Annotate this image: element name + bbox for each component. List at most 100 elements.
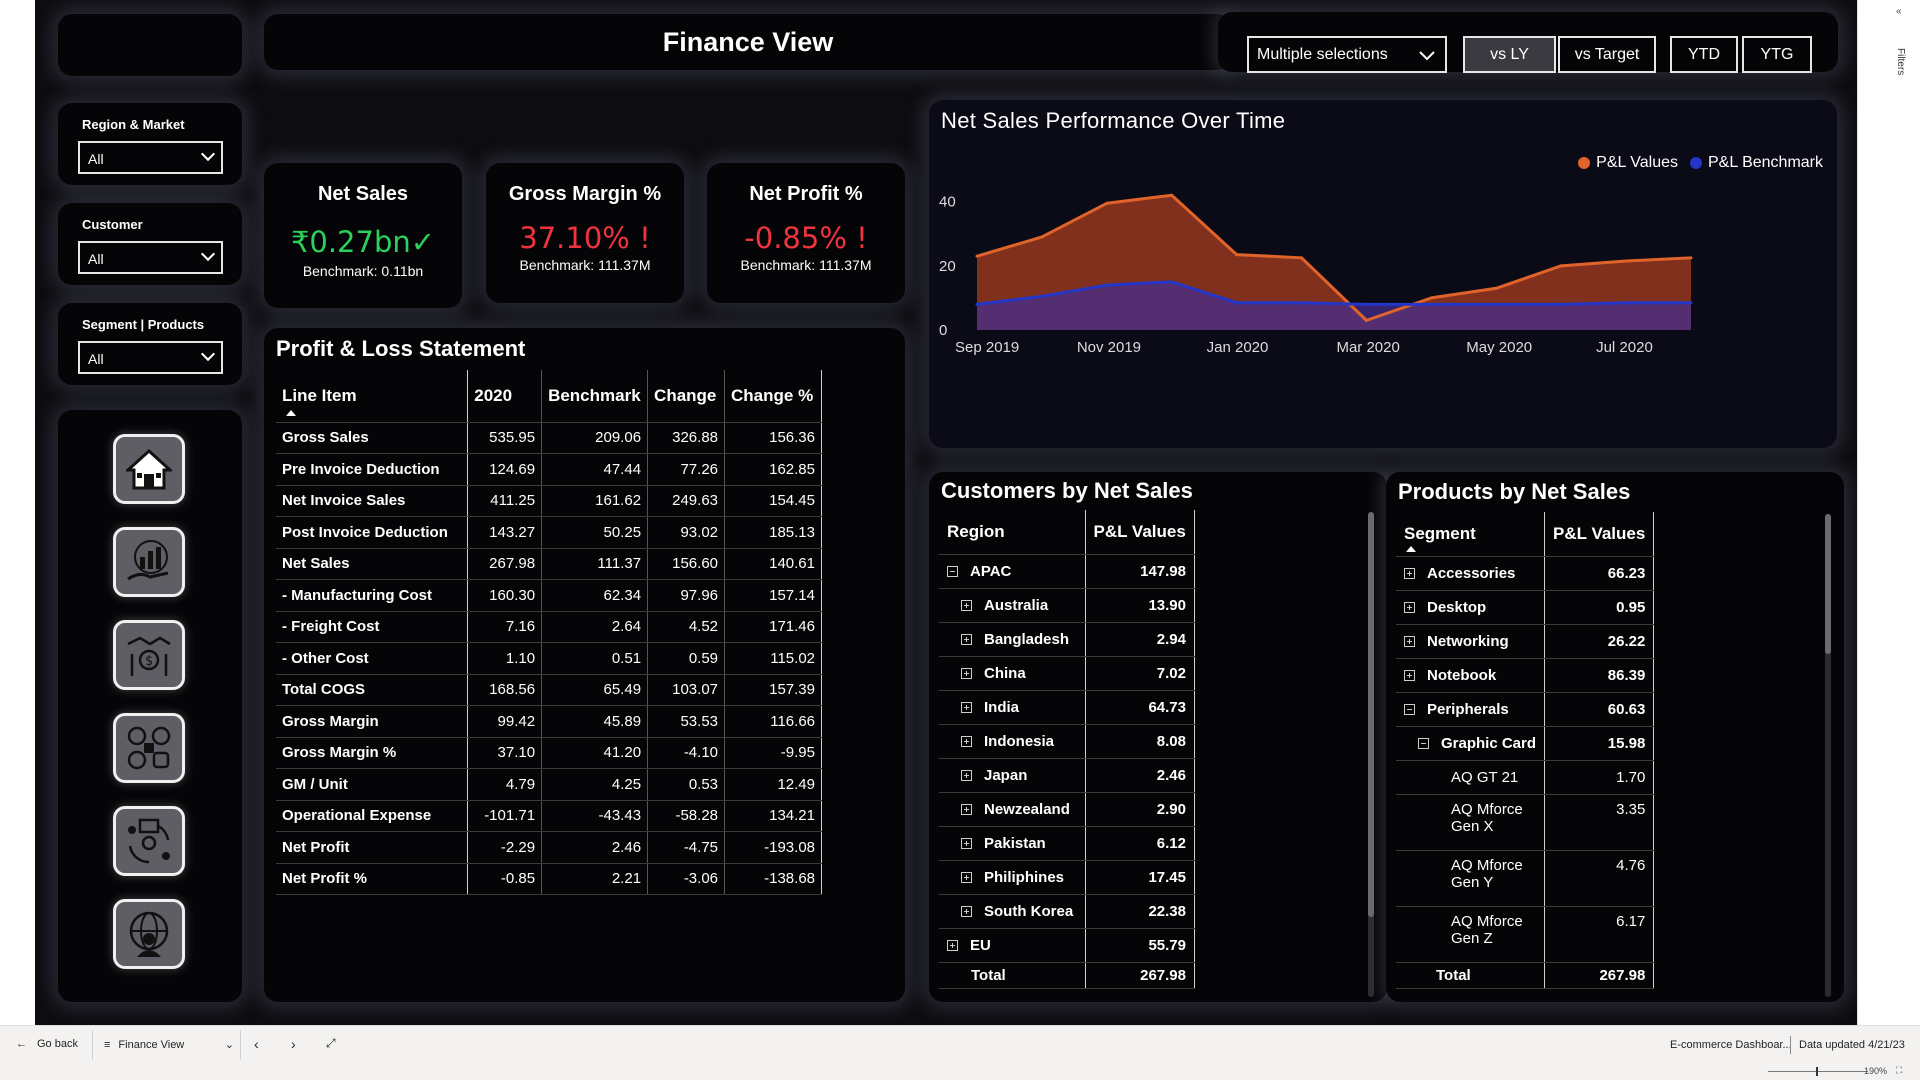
pl-col-2020[interactable]: 2020: [467, 370, 543, 423]
customer-filter-dropdown[interactable]: All: [78, 241, 223, 274]
vs-ly-button[interactable]: vs LY: [1463, 36, 1556, 73]
table-row[interactable]: Peripherals 60.63: [1396, 692, 1655, 727]
data-point[interactable]: [1105, 201, 1109, 205]
expand-plus-icon[interactable]: [961, 702, 972, 714]
customers-scrollbar[interactable]: [1368, 512, 1374, 997]
filters-pane[interactable]: « Filters: [1857, 0, 1920, 1025]
table-row[interactable]: - Other Cost 1.10 0.51 0.59 115.02: [276, 642, 822, 675]
customers-col-values[interactable]: P&L Values: [1084, 510, 1195, 555]
table-row[interactable]: GM / Unit 4.79 4.25 0.53 12.49: [276, 768, 822, 801]
table-row[interactable]: - Manufacturing Cost 160.30 62.34 97.96 157.…: [276, 579, 822, 612]
data-point[interactable]: [1235, 301, 1239, 305]
fit-page-icon[interactable]: ⛶: [1896, 1065, 1902, 1076]
table-row[interactable]: Gross Sales 535.95 209.06 326.88 156.36: [276, 422, 822, 454]
expand-plus-icon[interactable]: [961, 838, 972, 850]
expand-plus-icon[interactable]: [1404, 568, 1415, 580]
data-point[interactable]: [1494, 302, 1498, 306]
data-point[interactable]: [1105, 283, 1109, 287]
data-point[interactable]: [1040, 235, 1044, 239]
expand-icon[interactable]: ⤢: [326, 1036, 336, 1051]
previous-page-button[interactable]: ‹: [254, 1036, 259, 1052]
table-row[interactable]: China 7.02: [939, 656, 1195, 691]
table-row[interactable]: Pakistan 6.12: [939, 826, 1195, 861]
table-row[interactable]: Australia 13.90: [939, 588, 1195, 623]
data-point[interactable]: [1300, 301, 1304, 305]
expand-plus-icon[interactable]: [961, 600, 972, 612]
report-name[interactable]: E-commerce Dashboar...: [1670, 1039, 1792, 1051]
expand-plus-icon[interactable]: [961, 770, 972, 782]
data-point[interactable]: [1364, 302, 1368, 306]
table-row[interactable]: Net Profit % -0.85 2.21 -3.06 -138.68: [276, 863, 822, 895]
table-row[interactable]: Pre Invoice Deduction 124.69 47.44 77.26 162…: [276, 453, 822, 486]
table-row[interactable]: Indonesia 8.08: [939, 724, 1195, 759]
table-row[interactable]: AQ Mforce Gen Z 6.17: [1396, 906, 1655, 963]
expand-plus-icon[interactable]: [1404, 670, 1415, 682]
expand-plus-icon[interactable]: [961, 872, 972, 884]
data-point[interactable]: [975, 254, 979, 258]
next-page-button[interactable]: ›: [291, 1036, 296, 1052]
table-row[interactable]: South Korea 22.38: [939, 894, 1195, 929]
nav-finance-button[interactable]: $: [113, 620, 185, 690]
table-row[interactable]: AQ Mforce Gen Y 4.76: [1396, 850, 1655, 907]
net-sales-area-chart[interactable]: 0 20 40 Sep 2019 Nov 2019 Jan 2020 Mar 2020 May…: [929, 100, 1837, 448]
pl-col-benchmark[interactable]: Benchmark: [541, 370, 649, 423]
segment-filter-dropdown[interactable]: All: [78, 341, 223, 374]
table-row[interactable]: Net Profit -2.29 2.46 -4.75 -193.08: [276, 831, 822, 864]
data-point[interactable]: [1429, 302, 1433, 306]
selection-dropdown[interactable]: Multiple selections: [1247, 36, 1447, 73]
table-row[interactable]: Bangladesh 2.94: [939, 622, 1195, 657]
expand-plus-icon[interactable]: [1404, 636, 1415, 648]
ytg-button[interactable]: YTG: [1742, 36, 1812, 73]
expand-plus-icon[interactable]: [961, 634, 972, 646]
nav-analytics-button[interactable]: [113, 527, 185, 597]
data-point[interactable]: [1559, 302, 1563, 306]
data-point[interactable]: [1689, 301, 1693, 305]
table-row[interactable]: Operational Expense -101.71 -43.43 -58.28 13…: [276, 800, 822, 832]
expand-plus-icon[interactable]: [1404, 602, 1415, 614]
collapse-minus-icon[interactable]: [1418, 738, 1429, 750]
data-point[interactable]: [975, 302, 979, 306]
collapse-chevron-icon[interactable]: «: [1896, 6, 1902, 17]
pl-col-line-item[interactable]: Line Item: [276, 370, 469, 423]
pl-col-change[interactable]: Change: [647, 370, 726, 423]
nav-home-button[interactable]: [113, 434, 185, 504]
collapse-minus-icon[interactable]: [1404, 704, 1415, 716]
table-row[interactable]: AQ Mforce Gen X 3.35: [1396, 794, 1655, 851]
data-point[interactable]: [1624, 259, 1628, 263]
expand-plus-icon[interactable]: [961, 804, 972, 816]
data-point[interactable]: [1624, 301, 1628, 305]
table-row[interactable]: Gross Margin 99.42 45.89 53.53 116.66: [276, 705, 822, 738]
data-point[interactable]: [1235, 253, 1239, 257]
data-point[interactable]: [1494, 286, 1498, 290]
data-point[interactable]: [1170, 280, 1174, 284]
table-row[interactable]: Notebook 86.39: [1396, 658, 1655, 693]
table-row[interactable]: APAC 147.98: [939, 554, 1195, 589]
customers-col-region[interactable]: Region: [939, 510, 1085, 555]
table-row[interactable]: Newzealand 2.90: [939, 792, 1195, 827]
go-back-button[interactable]: ← Go back: [16, 1038, 78, 1050]
table-row[interactable]: Post Invoice Deduction 143.27 50.25 93.02 18…: [276, 516, 822, 549]
data-point[interactable]: [1559, 264, 1563, 268]
data-point[interactable]: [1429, 296, 1433, 300]
data-point[interactable]: [1300, 256, 1304, 260]
products-col-values[interactable]: P&L Values: [1544, 512, 1655, 557]
region-filter-dropdown[interactable]: All: [78, 141, 223, 174]
zoom-slider[interactable]: [1768, 1067, 1868, 1076]
table-row[interactable]: Desktop 0.95: [1396, 590, 1655, 625]
expand-plus-icon[interactable]: [961, 906, 972, 918]
vs-target-button[interactable]: vs Target: [1558, 36, 1656, 73]
expand-plus-icon[interactable]: [961, 668, 972, 680]
page-selector[interactable]: ≡ Finance View ⌄: [104, 1038, 234, 1052]
pl-col-change-pct[interactable]: Change %: [724, 370, 822, 423]
products-col-segment[interactable]: Segment: [1396, 512, 1545, 557]
nav-supply-chain-button[interactable]: [113, 806, 185, 876]
table-row[interactable]: AQ GT 21 1.70: [1396, 760, 1655, 795]
products-scrollbar[interactable]: [1825, 514, 1831, 997]
ytd-button[interactable]: YTD: [1670, 36, 1738, 73]
table-row[interactable]: EU 55.79: [939, 928, 1195, 963]
data-point[interactable]: [1170, 193, 1174, 197]
table-row[interactable]: Net Invoice Sales 411.25 161.62 249.63 154.4…: [276, 485, 822, 517]
table-row[interactable]: Graphic Card 15.98: [1396, 726, 1655, 761]
nav-marketing-button[interactable]: [113, 713, 185, 783]
table-row[interactable]: Japan 2.46: [939, 758, 1195, 793]
